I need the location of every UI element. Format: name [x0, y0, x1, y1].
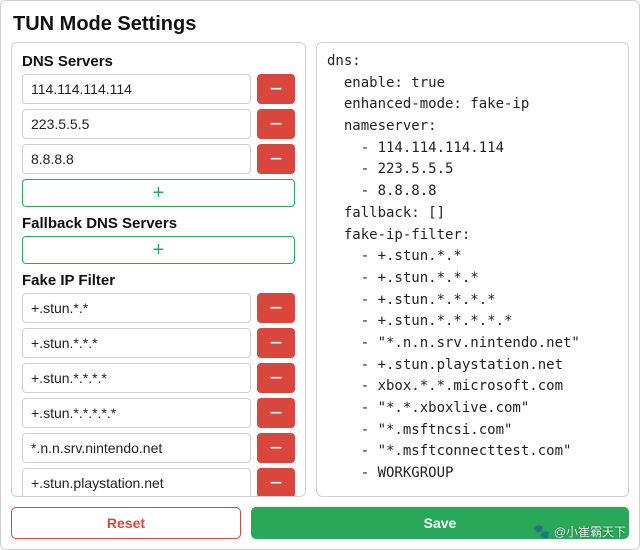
remove-button[interactable]: −: [257, 293, 295, 323]
minus-icon: −: [270, 402, 283, 424]
fake-ip-row: −: [22, 468, 295, 497]
remove-button[interactable]: −: [257, 398, 295, 428]
dns-server-input[interactable]: [22, 109, 251, 139]
minus-icon: −: [270, 437, 283, 459]
remove-button[interactable]: −: [257, 433, 295, 463]
dns-server-input[interactable]: [22, 144, 251, 174]
minus-icon: −: [270, 367, 283, 389]
save-button[interactable]: Save: [251, 507, 629, 539]
fake-ip-row: −: [22, 293, 295, 323]
minus-icon: −: [270, 472, 283, 494]
remove-button[interactable]: −: [257, 468, 295, 497]
fake-ip-row: −: [22, 363, 295, 393]
add-dns-server-button[interactable]: +: [22, 179, 295, 207]
fake-ip-row: −: [22, 433, 295, 463]
content-columns: DNS Servers − − − + Fallback DNS Servers…: [11, 42, 629, 497]
settings-panel: TUN Mode Settings DNS Servers − − − + Fa…: [0, 0, 640, 550]
fake-ip-row: −: [22, 328, 295, 358]
fake-ip-input[interactable]: [22, 293, 251, 323]
dns-server-row: −: [22, 109, 295, 139]
fake-ip-input[interactable]: [22, 398, 251, 428]
fake-ip-input[interactable]: [22, 328, 251, 358]
footer-buttons: Reset Save: [11, 507, 629, 539]
fake-ip-input[interactable]: [22, 363, 251, 393]
yaml-text: dns: enable: true enhanced-mode: fake-ip…: [327, 51, 618, 485]
remove-button[interactable]: −: [257, 109, 295, 139]
yaml-preview[interactable]: dns: enable: true enhanced-mode: fake-ip…: [316, 42, 629, 497]
remove-button[interactable]: −: [257, 328, 295, 358]
minus-icon: −: [270, 148, 283, 170]
minus-icon: −: [270, 78, 283, 100]
fallback-dns-label: Fallback DNS Servers: [22, 215, 295, 232]
plus-icon: +: [153, 240, 165, 260]
minus-icon: −: [270, 297, 283, 319]
dns-server-input[interactable]: [22, 74, 251, 104]
minus-icon: −: [270, 113, 283, 135]
fake-ip-input[interactable]: [22, 468, 251, 497]
add-fallback-dns-button[interactable]: +: [22, 236, 295, 264]
fake-ip-filter-label: Fake IP Filter: [22, 272, 295, 289]
remove-button[interactable]: −: [257, 74, 295, 104]
remove-button[interactable]: −: [257, 363, 295, 393]
dns-server-row: −: [22, 74, 295, 104]
fake-ip-row: −: [22, 398, 295, 428]
reset-button[interactable]: Reset: [11, 507, 241, 539]
dns-server-row: −: [22, 144, 295, 174]
form-column: DNS Servers − − − + Fallback DNS Servers…: [11, 42, 306, 497]
dns-servers-label: DNS Servers: [22, 53, 295, 70]
plus-icon: +: [153, 183, 165, 203]
page-title: TUN Mode Settings: [11, 9, 629, 42]
minus-icon: −: [270, 332, 283, 354]
remove-button[interactable]: −: [257, 144, 295, 174]
fake-ip-input[interactable]: [22, 433, 251, 463]
